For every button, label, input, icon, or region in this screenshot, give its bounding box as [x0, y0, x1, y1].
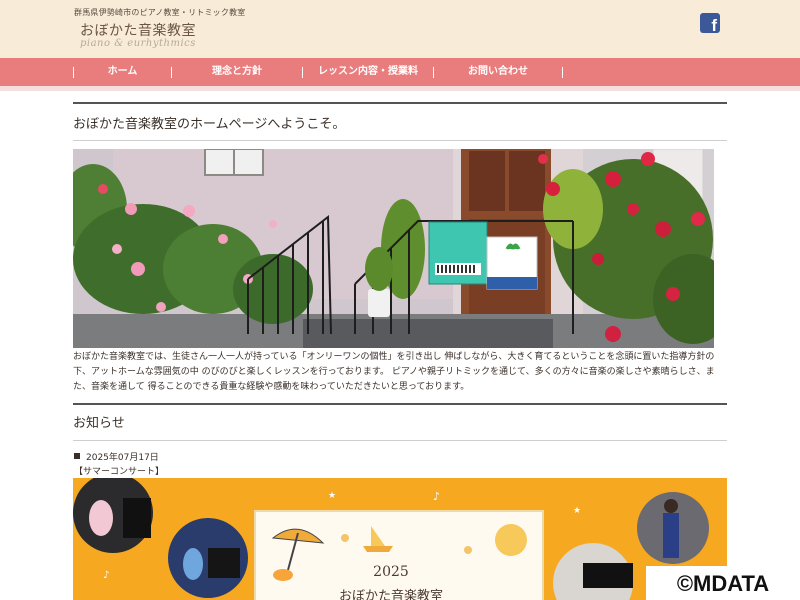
- nav-lessons[interactable]: レッスン内容・授業料: [303, 58, 433, 86]
- section-top-rule: [73, 102, 727, 104]
- intro-paragraph: おぼかた音楽教室では、生徒さん一人一人が持っている「オンリーワンの個性」を引き出…: [73, 352, 715, 392]
- welcome-heading: おぼかた音楽教室のホームページへようこそ。: [73, 117, 346, 132]
- news-divider: [73, 440, 727, 441]
- svg-text:★: ★: [328, 491, 336, 501]
- watermark: ©MDATA: [646, 566, 800, 600]
- svg-text:♪: ♪: [103, 570, 109, 581]
- facebook-icon[interactable]: f: [700, 13, 720, 34]
- site-tagline: 群馬県伊勢崎市のピアノ教室・リトミック教室: [74, 8, 246, 17]
- nav-philosophy[interactable]: 理念と方針: [172, 58, 302, 86]
- main-nav: ホーム 理念と方針 レッスン内容・授業料 お問い合わせ: [0, 58, 800, 86]
- nav-home[interactable]: ホーム: [74, 58, 171, 86]
- summer-concert-banner[interactable]: ♪ ★ ♪ ★ 2025 おぼかた音楽教室: [73, 478, 727, 600]
- svg-text:♪: ♪: [433, 490, 440, 503]
- site-logo-title[interactable]: おぼかた音楽教室: [80, 20, 196, 40]
- news-date: 2025年07月17日: [74, 450, 159, 463]
- news-title[interactable]: 【サマーコンサート】: [74, 464, 164, 477]
- news-heading: お知らせ: [73, 416, 125, 431]
- site-header: 群馬県伊勢崎市のピアノ教室・リトミック教室 おぼかた音楽教室 piano & e…: [0, 0, 800, 58]
- svg-text:★: ★: [573, 506, 581, 516]
- news-date-text: 2025年07月17日: [86, 453, 159, 463]
- nav-contact[interactable]: お問い合わせ: [434, 58, 562, 86]
- nav-underline: [0, 86, 800, 91]
- banner-year: 2025: [373, 564, 409, 580]
- section-divider: [73, 140, 727, 141]
- banner-title: おぼかた音楽教室: [339, 588, 443, 600]
- site-logo-subtitle: piano & eurhythmics: [80, 38, 196, 49]
- bullet-square-icon: [74, 453, 80, 459]
- nav-separator: [562, 67, 563, 78]
- entrance-photo: [73, 149, 714, 348]
- news-top-rule: [73, 403, 727, 405]
